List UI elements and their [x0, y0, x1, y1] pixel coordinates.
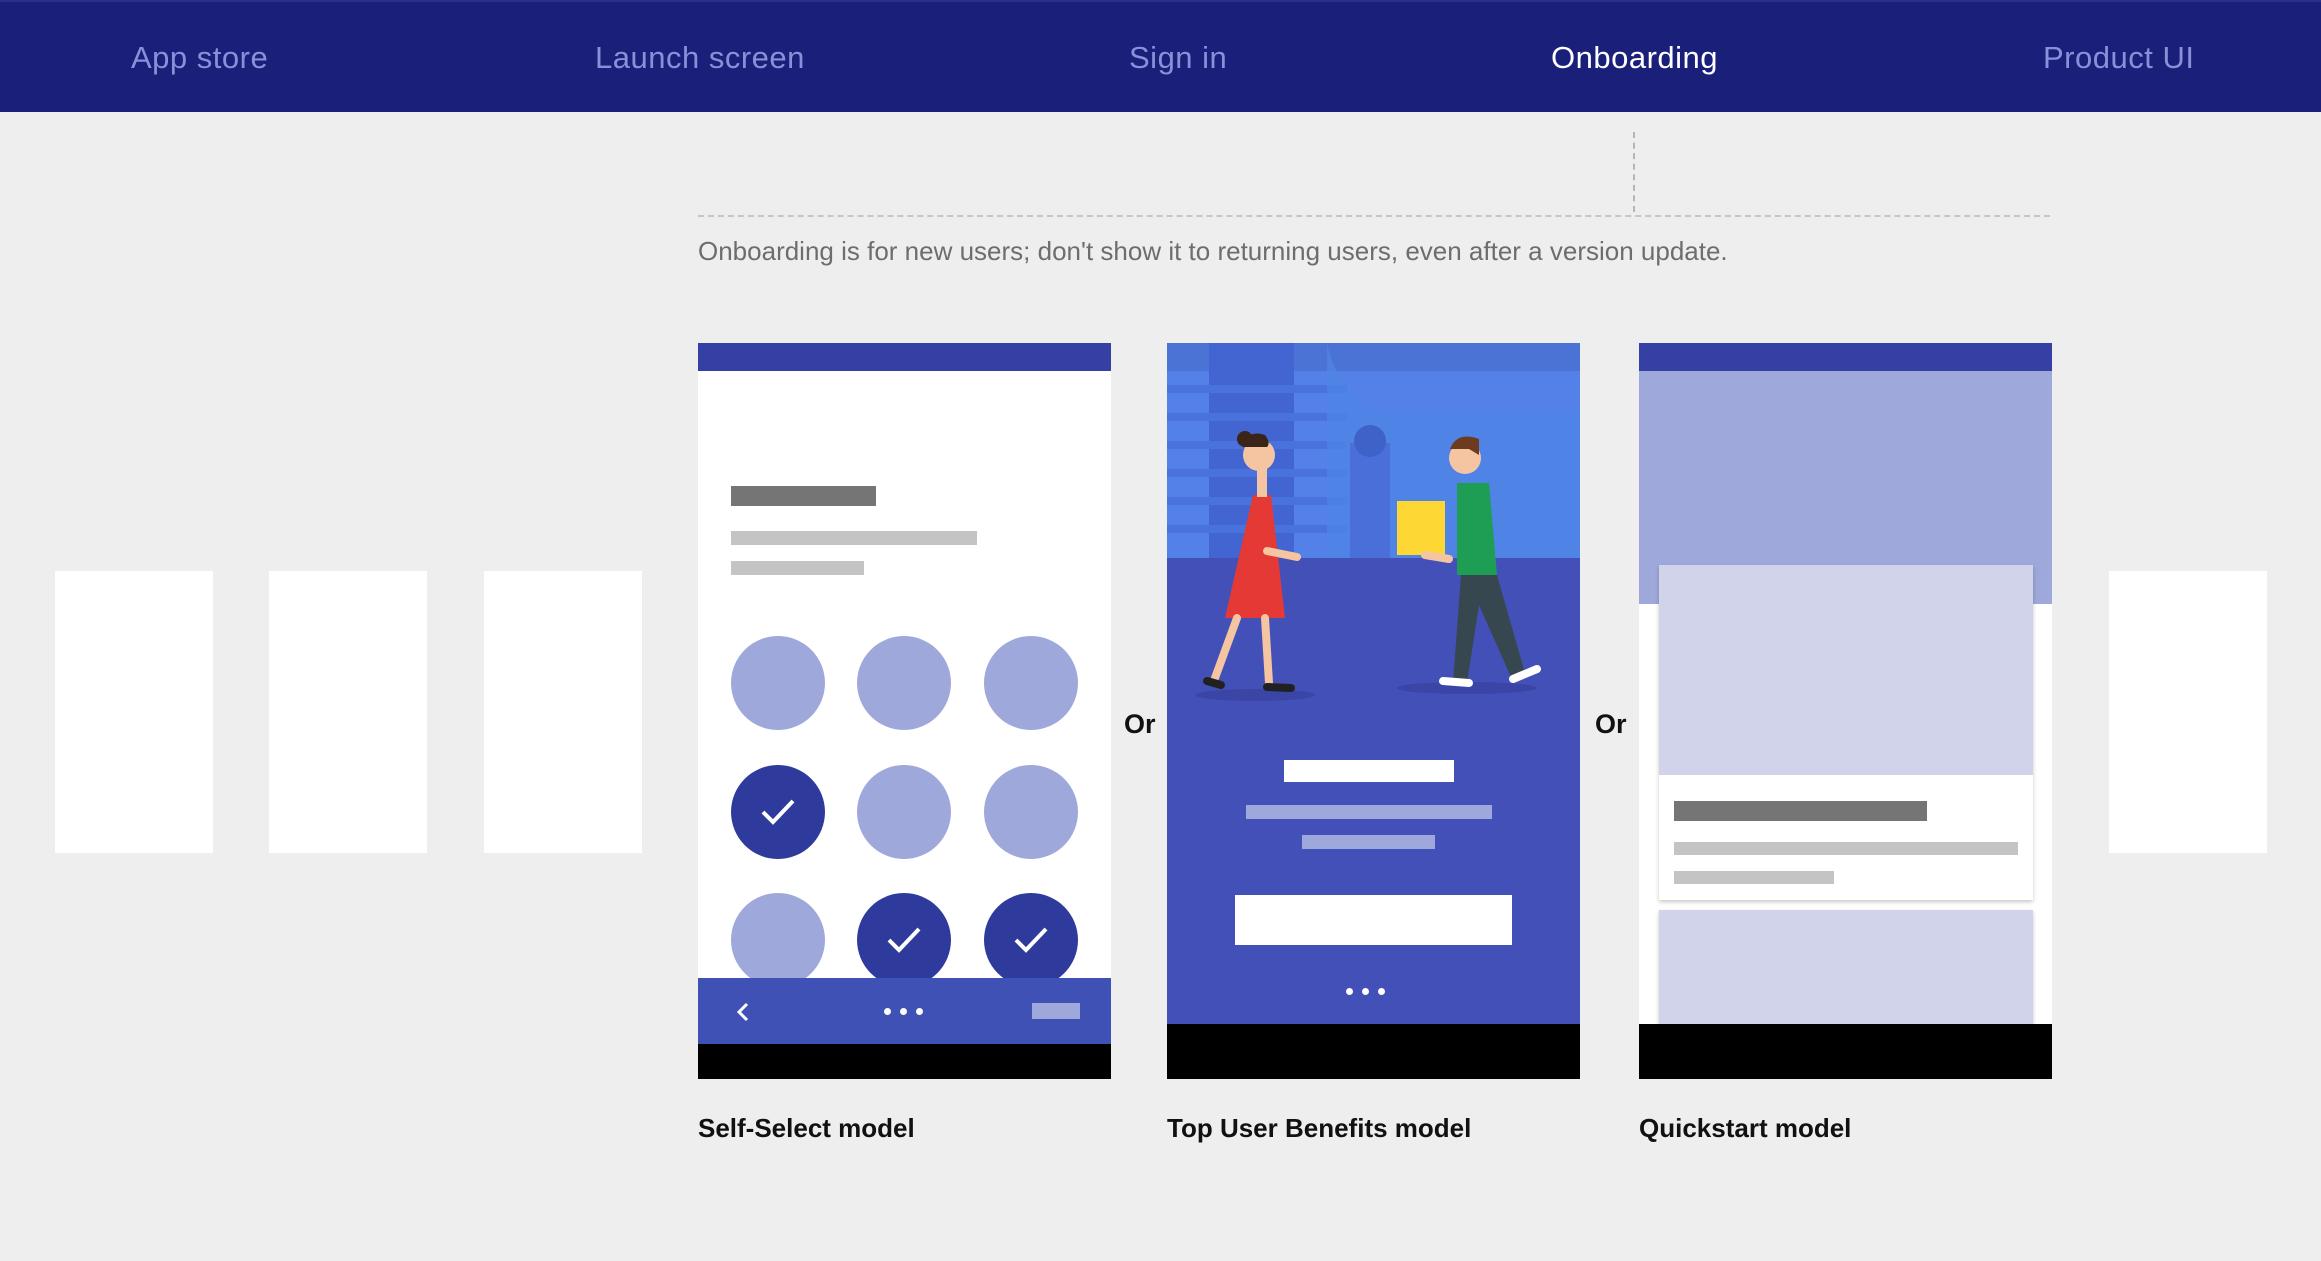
system-nav-bar — [698, 1044, 1111, 1079]
check-icon — [761, 799, 795, 825]
quickstart-card[interactable] — [1659, 565, 2033, 900]
quickstart-caption: Quickstart model — [1639, 1113, 1852, 1143]
headline-placeholder — [1284, 760, 1454, 782]
quickstart-card[interactable] — [1659, 910, 2033, 1040]
check-icon — [1014, 927, 1048, 953]
text-line-placeholder — [1674, 842, 2018, 855]
next-button-placeholder[interactable] — [1032, 1003, 1080, 1019]
topic-option-selected[interactable] — [984, 893, 1078, 987]
top-user-benefits-caption: Top User Benefits model — [1167, 1113, 1472, 1143]
self-select-caption: Self-Select model — [698, 1113, 915, 1143]
launch-screen-placeholder — [269, 571, 427, 853]
text-line-placeholder — [1302, 835, 1435, 849]
or-separator: Or — [1124, 709, 1156, 739]
top-user-benefits-phone-mockup — [1167, 343, 1580, 1079]
nav-item-app-store[interactable]: App store — [131, 2, 268, 114]
more-dots-icon — [884, 1008, 923, 1015]
title-placeholder — [731, 486, 876, 506]
topic-option[interactable] — [857, 765, 951, 859]
topic-option-selected[interactable] — [857, 893, 951, 987]
or-separator: Or — [1595, 709, 1627, 739]
app-store-screen-placeholder — [55, 571, 213, 853]
topic-option[interactable] — [731, 636, 825, 730]
get-started-button-placeholder[interactable] — [1235, 895, 1512, 945]
nav-item-sign-in[interactable]: Sign in — [1129, 2, 1227, 114]
section-divider — [698, 215, 2050, 217]
sign-in-screen-placeholder — [484, 571, 642, 853]
top-nav: App store Launch screen Sign in Onboardi… — [0, 0, 2321, 112]
topic-option-selected[interactable] — [731, 765, 825, 859]
card-title-placeholder — [1674, 801, 1927, 821]
nav-item-product-ui[interactable]: Product UI — [2043, 2, 2194, 114]
onboarding-description: Onboarding is for new users; don't show … — [698, 236, 1728, 266]
topic-option[interactable] — [857, 636, 951, 730]
connector-line — [1633, 132, 1635, 212]
nav-item-onboarding[interactable]: Onboarding — [1551, 2, 1718, 114]
status-bar — [698, 343, 1111, 371]
status-bar — [1639, 343, 2052, 371]
text-line-placeholder — [731, 561, 864, 575]
product-ui-screen-placeholder — [2109, 571, 2267, 853]
system-nav-bar — [1167, 1024, 1580, 1079]
topic-option[interactable] — [984, 636, 1078, 730]
system-nav-bar — [1639, 1024, 2052, 1079]
text-line-placeholder — [1246, 805, 1492, 819]
bottom-nav-bar — [698, 978, 1111, 1044]
chevron-left-icon[interactable] — [736, 1001, 750, 1023]
text-line-placeholder — [731, 531, 977, 545]
card-image-placeholder — [1659, 565, 2033, 775]
check-icon — [887, 927, 921, 953]
quickstart-phone-mockup — [1639, 343, 2052, 1079]
nav-item-launch-screen[interactable]: Launch screen — [595, 2, 805, 114]
text-line-placeholder — [1674, 871, 1834, 884]
topic-option[interactable] — [731, 893, 825, 987]
benefits-illustration — [1167, 343, 1580, 801]
self-select-phone-mockup — [698, 343, 1111, 1079]
page-indicator-dots — [1346, 988, 1385, 995]
topic-option[interactable] — [984, 765, 1078, 859]
